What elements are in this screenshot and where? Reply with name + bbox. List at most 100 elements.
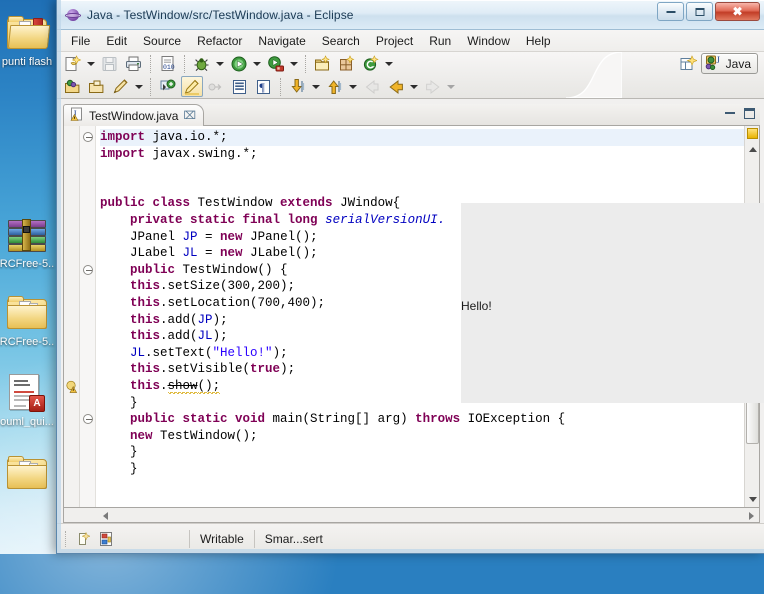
minimize-button[interactable] [657, 2, 684, 21]
back-dropdown-icon[interactable] [408, 76, 419, 97]
print-icon[interactable] [123, 53, 145, 74]
code-line[interactable]: import javax.swing.*; [100, 146, 744, 163]
window-title-bar[interactable]: Java - TestWindow/src/TestWindow.java - … [57, 0, 764, 30]
scroll-down-icon[interactable] [747, 494, 758, 505]
vertical-scrollbar-thumb[interactable] [746, 398, 759, 444]
code-line[interactable]: import java.io.*; [100, 129, 744, 146]
debug-dropdown-icon[interactable] [214, 53, 225, 74]
back-icon[interactable] [385, 76, 407, 97]
quick-fix-dropdown-icon[interactable] [133, 76, 144, 97]
eclipse-globe-icon [65, 7, 81, 23]
new-wizard-icon[interactable] [62, 53, 84, 74]
annotation-gutter[interactable] [64, 126, 80, 507]
maximize-icon[interactable] [743, 107, 756, 120]
new-package-icon[interactable] [312, 53, 334, 74]
code-token: this [130, 279, 161, 294]
desktop-icon-untitled-4[interactable] [0, 450, 56, 496]
menu-file[interactable]: File [63, 32, 98, 50]
scroll-right-icon[interactable] [746, 510, 757, 521]
menu-search[interactable]: Search [314, 32, 368, 50]
open-task-icon[interactable] [86, 76, 108, 97]
maximize-button[interactable] [686, 2, 713, 21]
code-token: ); [272, 345, 288, 360]
scroll-left-icon[interactable] [100, 510, 111, 521]
code-token: JLabel [100, 246, 183, 261]
run-dropdown-icon[interactable] [251, 53, 262, 74]
close-button[interactable]: ✖ [715, 2, 760, 21]
close-icon[interactable]: ⌧ [183, 109, 196, 122]
new-class-icon[interactable] [336, 53, 358, 74]
debug-icon[interactable] [191, 53, 213, 74]
code-line[interactable]: public static void main(String[] arg) th… [100, 411, 744, 428]
menu-run[interactable]: Run [421, 32, 459, 50]
desktop-icon-ouml-qui[interactable]: Aouml_qui... [0, 370, 56, 428]
desktop-icon-punti-flash[interactable]: punti flash [0, 10, 56, 68]
toolbar-row-2: ¶ [57, 75, 764, 98]
code-token: public [130, 262, 183, 277]
code-token: . [160, 378, 168, 393]
open-type-icon[interactable] [62, 76, 84, 97]
toggle-mark-occurrences-icon[interactable]: 010 [157, 53, 179, 74]
run-external-tools-dropdown-icon[interactable] [288, 53, 299, 74]
highlight-icon[interactable] [181, 76, 203, 97]
menu-refactor[interactable]: Refactor [189, 32, 250, 50]
minimize-icon[interactable] [724, 107, 737, 120]
next-annotation-dropdown-icon[interactable] [310, 76, 321, 97]
editor-tab-testwindow[interactable]: J TestWindow.java ⌧ [63, 104, 205, 126]
menu-edit[interactable]: Edit [98, 32, 135, 50]
menu-window[interactable]: Window [459, 32, 518, 50]
code-token: import [100, 130, 153, 144]
run-external-tools-icon[interactable] [265, 53, 287, 74]
quick-fix-icon[interactable] [110, 76, 132, 97]
scroll-up-icon[interactable] [747, 144, 758, 155]
new-wizard-dropdown-icon[interactable] [85, 53, 96, 74]
new-annotation-dropdown-icon[interactable] [383, 53, 394, 74]
java-perspective-button[interactable]: J Java [700, 53, 758, 74]
new-annotation-icon[interactable] [360, 53, 382, 74]
fold-collapse-icon[interactable] [83, 414, 93, 425]
open-perspective-icon[interactable] [678, 53, 700, 74]
warning-overview-marker[interactable] [747, 128, 758, 139]
code-token: IOException { [467, 412, 566, 427]
status-cell-writable: Writable [189, 529, 254, 548]
code-token: this [130, 329, 161, 344]
code-token: .add( [160, 329, 198, 344]
svg-text:010: 010 [163, 64, 175, 71]
show-whitespace-icon[interactable]: ¶ [253, 76, 275, 97]
fold-collapse-icon[interactable] [83, 132, 93, 142]
jwindow-hello-popup[interactable]: Hello! [461, 203, 764, 403]
code-line[interactable]: new TestWindow(); [100, 428, 744, 445]
writable-state-icon [73, 530, 95, 548]
code-line[interactable] [100, 179, 744, 196]
menu-project[interactable]: Project [368, 32, 421, 50]
code-token: java.io.*; [152, 130, 228, 144]
run-icon[interactable] [228, 53, 250, 74]
horizontal-scrollbar[interactable] [63, 508, 760, 523]
code-token: } [100, 461, 138, 476]
next-annotation-icon[interactable] [287, 76, 309, 97]
menu-bar: File Edit Source Refactor Navigate Search Proj… [57, 30, 764, 52]
menu-navigate[interactable]: Navigate [250, 32, 313, 50]
previous-annotation-icon[interactable] [324, 76, 346, 97]
previous-annotation-dropdown-icon[interactable] [347, 76, 358, 97]
code-line[interactable] [100, 162, 744, 179]
menu-source[interactable]: Source [135, 32, 189, 50]
code-token: JP [197, 312, 213, 327]
menu-help[interactable]: Help [518, 32, 559, 50]
show-block-icon[interactable] [229, 76, 251, 97]
deprecation-warning-icon[interactable] [66, 380, 79, 393]
code-token: ); [212, 312, 228, 327]
folding-gutter[interactable] [80, 126, 96, 507]
search-declaration-icon[interactable] [157, 76, 179, 97]
forward-dropdown-icon[interactable] [445, 76, 456, 97]
editor-tab-label: TestWindow.java [89, 108, 179, 123]
fold-collapse-icon[interactable] [83, 264, 93, 275]
code-token: JL [182, 246, 198, 261]
desktop-icon-rcfree-5[interactable]: RCFree-5.. [0, 212, 56, 270]
desktop-icon-rcfree-5[interactable]: RCFree-5.. [0, 290, 56, 348]
code-line[interactable]: } [100, 461, 744, 478]
code-line[interactable]: } [100, 444, 744, 461]
